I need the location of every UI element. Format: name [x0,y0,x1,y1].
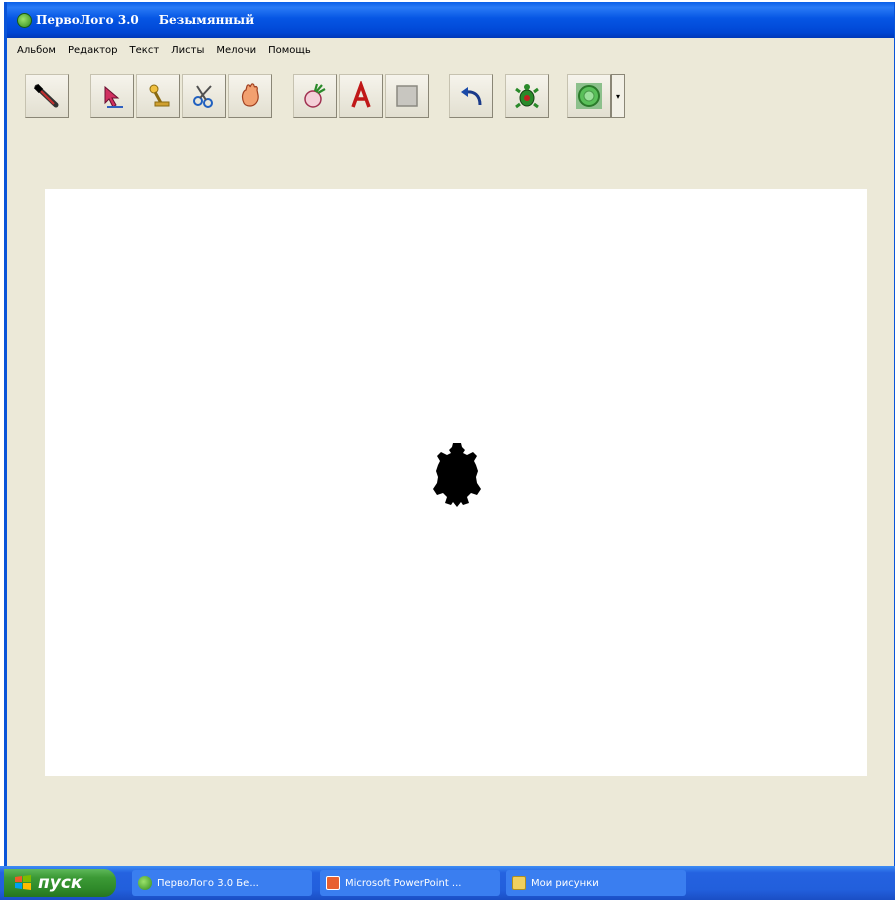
turtle-tool-button[interactable] [505,74,549,118]
app-title: ПервоЛого 3.0 [36,13,139,27]
new-turtle-tool-button[interactable] [293,74,337,118]
arrow-cursor-icon [104,85,123,108]
taskbar-item-label: Microsoft PowerPoint ... [345,877,462,889]
undo-arrow-icon [461,87,482,106]
undo-tool-button[interactable] [449,74,493,118]
drawing-canvas[interactable] [45,189,867,776]
start-button[interactable]: пуск [4,869,116,897]
taskbar: пуск ПервоЛого 3.0 Бе... Microsoft Power… [0,866,895,900]
text-tool-button[interactable] [339,74,383,118]
taskbar-item-label: Мои рисунки [531,877,599,889]
scissors-icon [193,85,213,108]
color-circle-icon [576,83,602,109]
taskbar-item-my-pictures[interactable]: Мои рисунки [506,870,686,896]
app-icon [17,12,32,28]
chevron-down-icon: ▾ [615,91,620,101]
turtle-icon [515,84,539,109]
document-title: Безымянный [158,13,255,27]
color-tool-button[interactable] [567,74,611,118]
hand-icon [241,83,259,107]
turtle-app-icon [138,876,152,890]
folder-icon [512,876,526,890]
menu-editor[interactable]: Редактор [68,45,118,56]
powerpoint-icon [326,876,340,890]
start-label: пуск [38,873,83,893]
taskbar-item-pervologo[interactable]: ПервоЛого 3.0 Бе... [132,870,312,896]
menu-album[interactable]: Альбом [17,45,56,56]
title-bar[interactable]: ПервоЛого 3.0 Безымянный [7,2,894,38]
stamp-icon [149,84,170,107]
menu-bar: Альбом Редактор Текст Листы Мелочи Помощ… [7,40,894,60]
letter-a-icon [351,81,371,108]
menu-help[interactable]: Помощь [268,45,311,56]
square-icon [396,85,418,107]
turtle-icon[interactable] [427,441,487,513]
windows-flag-icon [15,875,31,890]
taskbar-item-label: ПервоЛого 3.0 Бе... [157,877,259,889]
select-tool-button[interactable] [90,74,134,118]
hand-tool-button[interactable] [228,74,272,118]
brush-icon [33,83,59,108]
color-dropdown-button[interactable]: ▾ [611,74,625,118]
menu-extras[interactable]: Мелочи [216,45,256,56]
rectangle-tool-button[interactable] [385,74,429,118]
taskbar-item-powerpoint[interactable]: Microsoft PowerPoint ... [320,870,500,896]
menu-pages[interactable]: Листы [171,45,204,56]
stamp-tool-button[interactable] [136,74,180,118]
toolbar: ▾ [7,66,894,122]
turtle-hatch-icon [304,83,326,108]
menu-text[interactable]: Текст [130,45,160,56]
app-window: ПервоЛого 3.0 Безымянный Альбом Редактор… [4,2,895,866]
scissors-tool-button[interactable] [182,74,226,118]
brush-tool-button[interactable] [25,74,69,118]
